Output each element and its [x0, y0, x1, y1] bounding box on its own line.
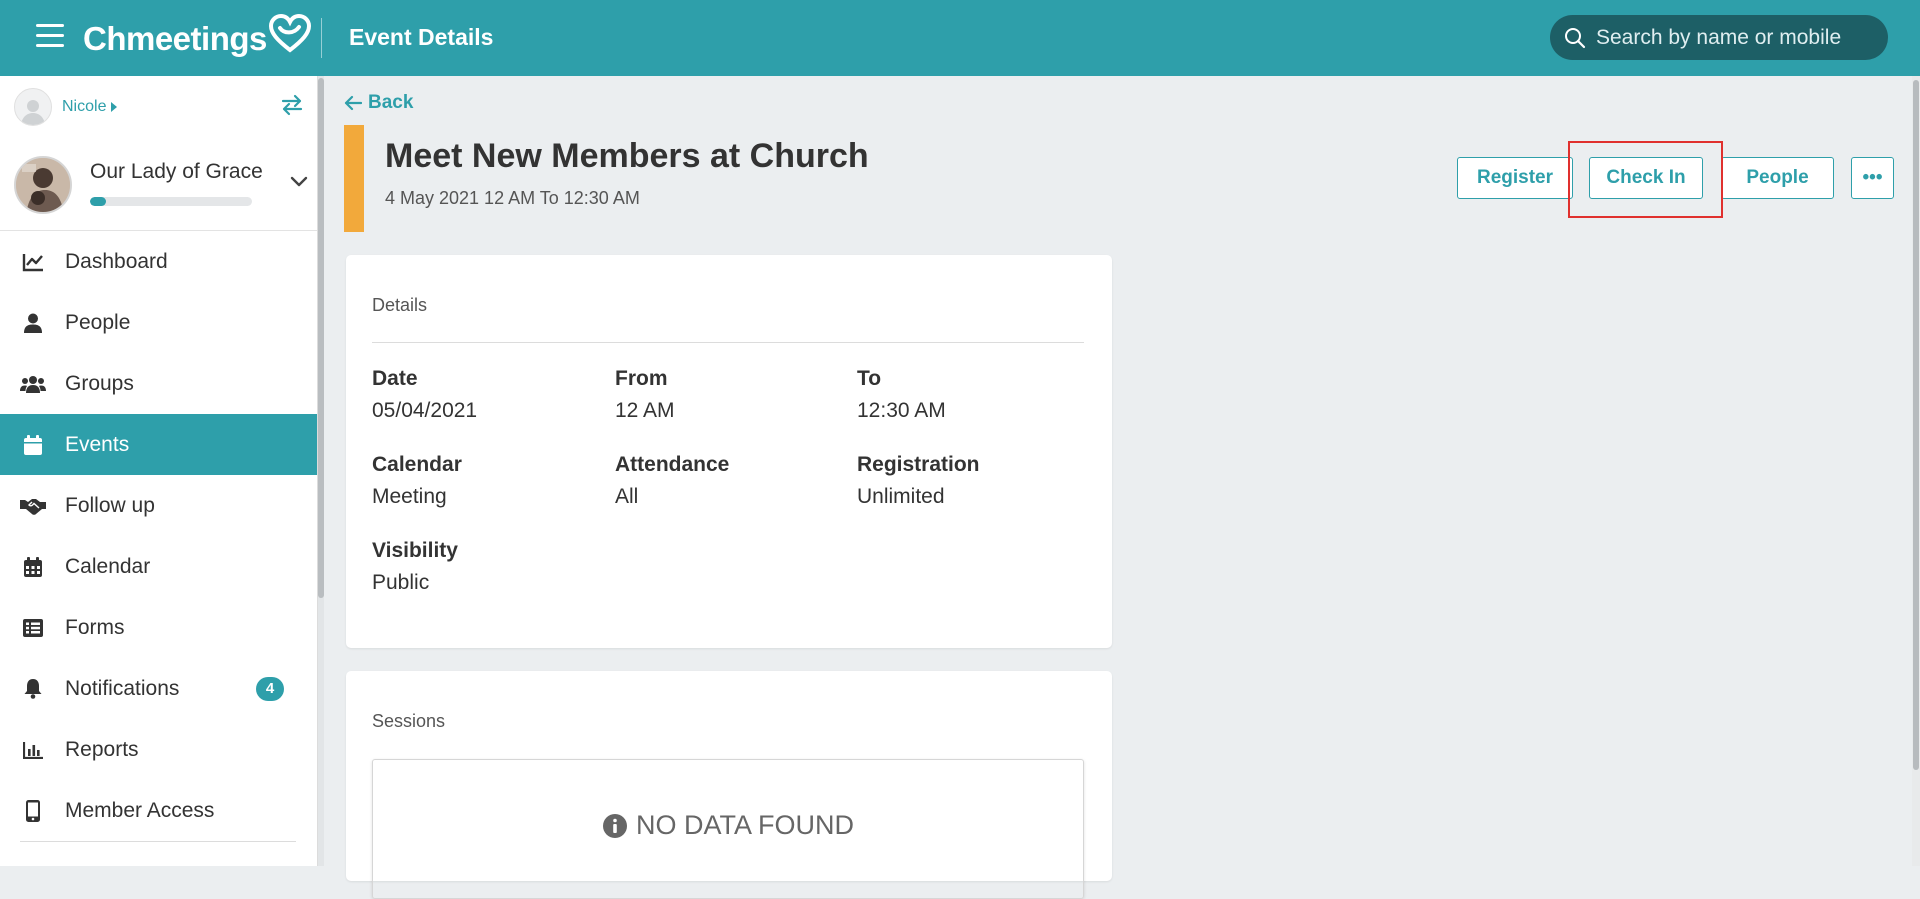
no-data-message: NO DATA FOUND	[373, 810, 1083, 841]
arrow-left-icon	[344, 95, 362, 111]
church-avatar	[14, 156, 72, 214]
field-label: Registration	[857, 453, 980, 476]
list-icon	[23, 618, 43, 637]
logo[interactable]: Chmeetings	[83, 14, 311, 64]
field-label: Attendance	[615, 453, 730, 476]
info-icon	[602, 813, 627, 838]
bar-chart-icon	[23, 741, 43, 759]
sidebar-separator	[20, 841, 296, 842]
back-link[interactable]: Back	[344, 92, 413, 114]
mobile-icon	[26, 799, 40, 822]
sidebar-scrollbar-thumb[interactable]	[318, 78, 324, 598]
field-label: Calendar	[372, 453, 462, 476]
church-selector[interactable]: Our Lady of Grace	[14, 156, 314, 226]
sidebar-item-label: Member Access	[65, 798, 215, 822]
field-attendance: Attendance All	[615, 453, 729, 509]
people-button[interactable]: People	[1721, 157, 1834, 199]
details-heading: Details	[372, 295, 428, 315]
bell-icon	[24, 679, 42, 699]
church-progress-fill	[90, 197, 107, 206]
field-to: To 12:30 AM	[857, 367, 946, 423]
sidebar-item-people[interactable]: People	[0, 292, 317, 353]
sessions-heading: Sessions	[372, 711, 446, 731]
field-calendar: Calendar Meeting	[372, 453, 462, 509]
field-value: Public	[372, 571, 430, 594]
search-icon	[1565, 27, 1586, 48]
chart-line-icon	[22, 253, 43, 271]
event-title: Meet New Members at Church	[385, 137, 869, 175]
sidebar-item-label: Notifications	[65, 676, 180, 700]
sidebar-item-notifications[interactable]: Notifications 4	[0, 658, 317, 719]
caret-right-icon	[111, 102, 118, 112]
sidebar-item-calendar[interactable]: Calendar	[0, 536, 317, 597]
sessions-card: Sessions NO DATA FOUND	[346, 671, 1112, 899]
main-scrollbar-thumb[interactable]	[1913, 80, 1919, 770]
sidebar: Nicole Our Lady of Grace Dashboard Peopl…	[0, 76, 318, 866]
sidebar-item-label: Calendar	[65, 554, 151, 578]
logo-heart-icon	[268, 14, 311, 53]
sidebar-item-label: Groups	[65, 371, 134, 395]
sidebar-item-label: Follow up	[65, 493, 155, 517]
user-name: Nicole	[62, 98, 107, 115]
church-name: Our Lady of Grace	[90, 160, 263, 183]
details-card: Details Date 05/04/2021 From 12 AM To 12…	[346, 255, 1112, 648]
field-value: Meeting	[372, 485, 447, 508]
sidebar-nav: Dashboard People Groups Events Follow up…	[0, 231, 317, 842]
handshake-icon	[20, 498, 46, 515]
user-menu[interactable]: Nicole	[14, 88, 118, 126]
users-icon	[20, 375, 46, 393]
search-input[interactable]	[1594, 24, 1874, 51]
register-button[interactable]: Register	[1457, 157, 1573, 199]
top-divider	[321, 18, 322, 58]
sidebar-item-member-access[interactable]: Member Access	[0, 780, 317, 841]
person-icon	[24, 313, 42, 333]
sidebar-item-label: Dashboard	[65, 249, 168, 273]
field-value: 12:30 AM	[857, 399, 946, 422]
details-separator	[372, 342, 1084, 343]
event-time: 4 May 2021 12 AM To 12:30 AM	[385, 188, 640, 208]
avatar	[14, 88, 52, 126]
switch-arrows-icon[interactable]	[280, 94, 304, 116]
church-progress-bar	[90, 197, 252, 206]
field-label: To	[857, 367, 882, 390]
sidebar-item-label: Reports	[65, 737, 139, 761]
field-label: From	[615, 367, 668, 390]
field-registration: Registration Unlimited	[857, 453, 980, 509]
field-value: All	[615, 485, 639, 508]
sidebar-item-label: Forms	[65, 615, 125, 639]
event-color-stripe	[344, 125, 364, 232]
sidebar-item-events[interactable]: Events	[0, 414, 317, 475]
chevron-down-icon[interactable]	[290, 176, 308, 188]
more-options-button[interactable]: •••	[1851, 157, 1894, 199]
calendar-icon	[24, 434, 42, 455]
notification-count-badge: 4	[256, 677, 284, 701]
field-from: From 12 AM	[615, 367, 675, 423]
page-title: Event Details	[349, 24, 494, 50]
check-in-button[interactable]: Check In	[1589, 157, 1703, 199]
top-bar: Chmeetings Event Details	[0, 0, 1920, 76]
back-label: Back	[368, 92, 414, 113]
field-label: Visibility	[372, 539, 458, 562]
field-value: 12 AM	[615, 399, 675, 422]
field-date: Date 05/04/2021	[372, 367, 477, 423]
menu-icon[interactable]	[36, 24, 64, 48]
sidebar-item-label: People	[65, 310, 131, 334]
search-box[interactable]	[1550, 15, 1888, 60]
sidebar-item-label: Events	[65, 432, 130, 456]
sidebar-item-forms[interactable]: Forms	[0, 597, 317, 658]
field-label: Date	[372, 367, 418, 390]
calendar-grid-icon	[24, 556, 42, 577]
sessions-empty-state: NO DATA FOUND	[372, 759, 1084, 899]
field-visibility: Visibility Public	[372, 539, 458, 595]
sidebar-item-reports[interactable]: Reports	[0, 719, 317, 780]
logo-text: Chmeetings	[83, 20, 267, 57]
field-value: 05/04/2021	[372, 399, 478, 422]
no-data-text: NO DATA FOUND	[635, 810, 854, 840]
sidebar-item-follow-up[interactable]: Follow up	[0, 475, 317, 536]
person-placeholder-icon	[21, 100, 45, 125]
sidebar-item-dashboard[interactable]: Dashboard	[0, 231, 317, 292]
field-value: Unlimited	[857, 485, 945, 508]
sidebar-item-groups[interactable]: Groups	[0, 353, 317, 414]
